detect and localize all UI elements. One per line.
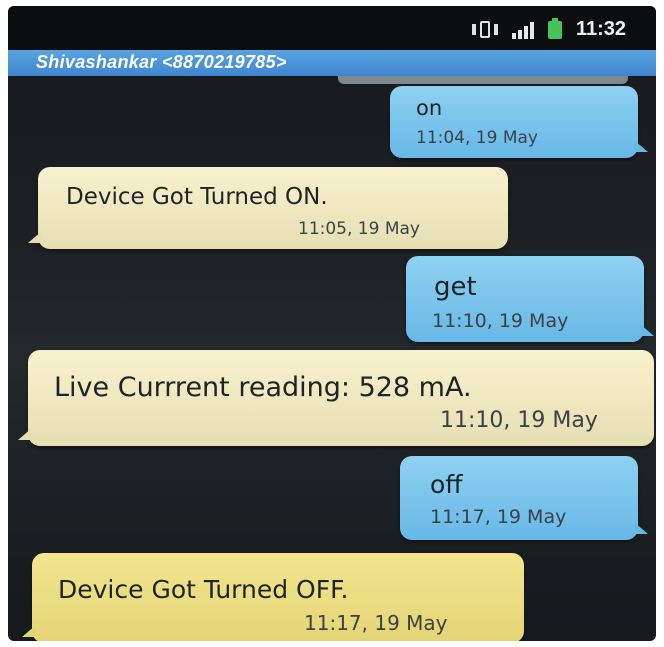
vibrate-icon (471, 20, 498, 39)
status-icons: 11:32 (471, 17, 626, 41)
message-bubble-received[interactable]: Live Currrent reading: 528 mA. 11:10, 19… (18, 350, 654, 446)
contact-name: Shivashankar <8870219785> (36, 52, 287, 72)
status-bar: 11:32 (8, 6, 656, 50)
message-text: off (430, 470, 463, 499)
message-time: 11:10, 19 May (432, 310, 569, 332)
message-bubble-sent[interactable]: on 11:04, 19 May (390, 86, 648, 158)
message-bubble-received[interactable]: Device Got Turned ON. 11:05, 19 May (28, 167, 508, 249)
message-text: on (416, 96, 443, 120)
message-time: 11:10, 19 May (440, 408, 598, 433)
previous-message-edge (338, 76, 628, 84)
message-bubble-sent[interactable]: get 11:10, 19 May (406, 256, 654, 342)
conversation-title-bar: Shivashankar <8870219785> (8, 50, 656, 76)
status-time: 11:32 (575, 18, 626, 40)
message-text: Device Got Turned ON. (66, 184, 328, 210)
message-bubble-received[interactable]: Device Got Turned OFF. 11:17, 19 May (22, 553, 524, 641)
message-time: 11:17, 19 May (304, 611, 448, 635)
signal-icon (511, 21, 534, 39)
message-time: 11:04, 19 May (416, 128, 538, 148)
message-text: Live Currrent reading: 528 mA. (54, 372, 472, 403)
message-bubble-sent[interactable]: off 11:17, 19 May (400, 456, 648, 540)
battery-icon (547, 17, 562, 39)
message-text: get (434, 272, 477, 302)
message-text: Device Got Turned OFF. (58, 575, 349, 604)
message-time: 11:05, 19 May (298, 219, 420, 239)
message-time: 11:17, 19 May (430, 506, 567, 528)
phone-screen: 11:32 Shivashankar <8870219785> on 11:04… (8, 6, 656, 641)
